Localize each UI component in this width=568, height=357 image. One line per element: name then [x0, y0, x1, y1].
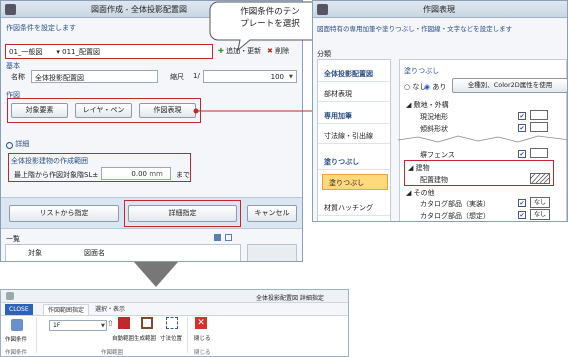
fill-settings-panel: 塗りつぶし ○ なし ◉ あり 全種別、Color2D属性を使用 ◢ 敷地・外構…: [398, 59, 567, 221]
drawing-condition-icon[interactable]: [11, 319, 23, 331]
generate-range-icon[interactable]: [141, 317, 153, 329]
nav-item-fill-selected[interactable]: 塗りつぶし: [322, 174, 388, 190]
dimension-position-icon[interactable]: [166, 317, 178, 329]
group-close: 閉じる: [194, 350, 211, 356]
tree-other-label: その他: [413, 189, 435, 197]
group-drawing-range: 作図範囲: [101, 350, 124, 356]
ribbon-window-title: 全体投影配置図 詳細指定: [256, 295, 324, 302]
radio-yes-label: あり: [432, 83, 447, 91]
slope-swatch[interactable]: [530, 122, 548, 132]
catalog-installed-checkbox[interactable]: ✔: [518, 199, 526, 207]
tab-select-display[interactable]: 選択・表示: [91, 304, 129, 315]
group-divider-1: [36, 317, 37, 353]
color2d-all-types-button[interactable]: 全種別、Color2D属性を使用: [452, 78, 567, 93]
nav-item-fill-header[interactable]: 塗りつぶし: [318, 154, 390, 170]
nav-item-projection[interactable]: 全体投影配置図: [318, 66, 390, 82]
app-icon-3: [6, 292, 14, 300]
down-arrow-icon: [134, 262, 178, 287]
tree-existing-terrain: 現況地形: [420, 113, 448, 121]
fill-label: 塗りつぶし: [404, 67, 440, 75]
nav-item-material-hatching[interactable]: 材質ハッチング: [318, 200, 390, 216]
nav-item-member-expression[interactable]: 部材表現: [318, 86, 390, 102]
floor-select-value: 1F: [53, 322, 61, 329]
chevron-down-icon-2: ▼: [101, 323, 105, 329]
radio-none[interactable]: ○ なし: [404, 82, 426, 92]
radio-yes[interactable]: ◉ あり: [424, 82, 446, 92]
catalog-installed-none[interactable]: なし: [530, 197, 550, 208]
detail-ribbon-window: 全体投影配置図 詳細指定 CLOSE 作図範囲指定 選択・表示 作図条件 1F …: [0, 289, 349, 357]
tree-site-exterior[interactable]: ◢ 敷地・外構: [406, 100, 449, 110]
callout-line-2: プレートを選択: [240, 19, 300, 29]
category-label: 分類: [317, 50, 331, 58]
hatch-pattern-swatch[interactable]: [530, 173, 550, 184]
nav-item-special-additions[interactable]: 専用加筆: [318, 108, 390, 124]
tree-catalog-installed: カタログ部品（実装）: [420, 200, 490, 208]
group-drawing-condition: 作図条件: [5, 350, 28, 356]
tree-fence: 塀フェンス: [420, 151, 455, 159]
existing-terrain-swatch[interactable]: [530, 110, 548, 120]
ribbon-titlebar: 全体投影配置図 詳細指定: [1, 290, 348, 303]
expression-titlebar: 作図表現: [313, 1, 567, 18]
callout-line-1: 作図条件のテン: [240, 7, 300, 17]
tree-placed-building: 配置建物: [420, 176, 448, 184]
drawing-condition-button-label[interactable]: 作図条件: [5, 335, 27, 343]
fence-swatch[interactable]: [530, 148, 548, 158]
floor-select[interactable]: 1F: [49, 320, 107, 331]
fence-checkbox[interactable]: ✔: [518, 150, 526, 158]
drawing-expression-dialog: 作図表現 図面特有の専用加筆や塗りつぶし・作図線・文字などを設定します 分類 全…: [312, 0, 568, 222]
nav-item-dimension-lines[interactable]: 寸法線・引出線: [318, 128, 390, 144]
tree-site-exterior-label: 敷地・外構: [413, 101, 449, 109]
tree-other[interactable]: ◢ その他: [406, 188, 435, 198]
connector-start-dot: [193, 108, 199, 114]
expression-title: 作図表現: [423, 5, 455, 14]
radio-checked-icon: ◉: [424, 83, 431, 91]
group-divider-2: [187, 317, 188, 353]
catalog-assumed-checkbox[interactable]: ✔: [518, 211, 526, 219]
existing-terrain-checkbox[interactable]: ✔: [518, 112, 526, 120]
app-icon-2: [317, 4, 328, 15]
torn-edge-divider: [398, 135, 567, 143]
close-ribbon-icon[interactable]: ✕: [195, 317, 207, 329]
tree-building-label: 建物: [415, 164, 430, 172]
expression-subtitle: 図面特有の専用加筆や塗りつぶし・作図線・文字などを設定します: [317, 25, 513, 33]
auto-range-icon[interactable]: [118, 317, 130, 329]
category-nav: 全体投影配置図 部材表現 専用加筆 寸法線・引出線 塗りつぶし 塗りつぶし 材質…: [317, 59, 391, 221]
close-ribbon-button-label[interactable]: 閉じる: [194, 334, 211, 342]
tree-catalog-assumed: カタログ部品（想定）: [420, 212, 490, 220]
callout-text: 作図条件のテン プレートを選択: [222, 6, 318, 30]
tab-drawing-range[interactable]: 作図範囲指定: [43, 304, 90, 315]
tree-building[interactable]: ◢ 建物: [408, 163, 430, 173]
slope-checkbox[interactable]: ✔: [518, 124, 526, 132]
auto-range-button-label[interactable]: 自動範囲: [112, 334, 134, 342]
catalog-assumed-none[interactable]: なし: [530, 209, 550, 220]
tab-close[interactable]: CLOSE: [5, 304, 33, 315]
generate-range-button-label[interactable]: 生成範囲: [134, 334, 156, 342]
dimension-position-button-label[interactable]: 寸法位置: [160, 334, 182, 342]
up-arrow-icon[interactable]: ⇧: [107, 319, 114, 328]
tree-slope: 傾斜形状: [420, 125, 448, 133]
